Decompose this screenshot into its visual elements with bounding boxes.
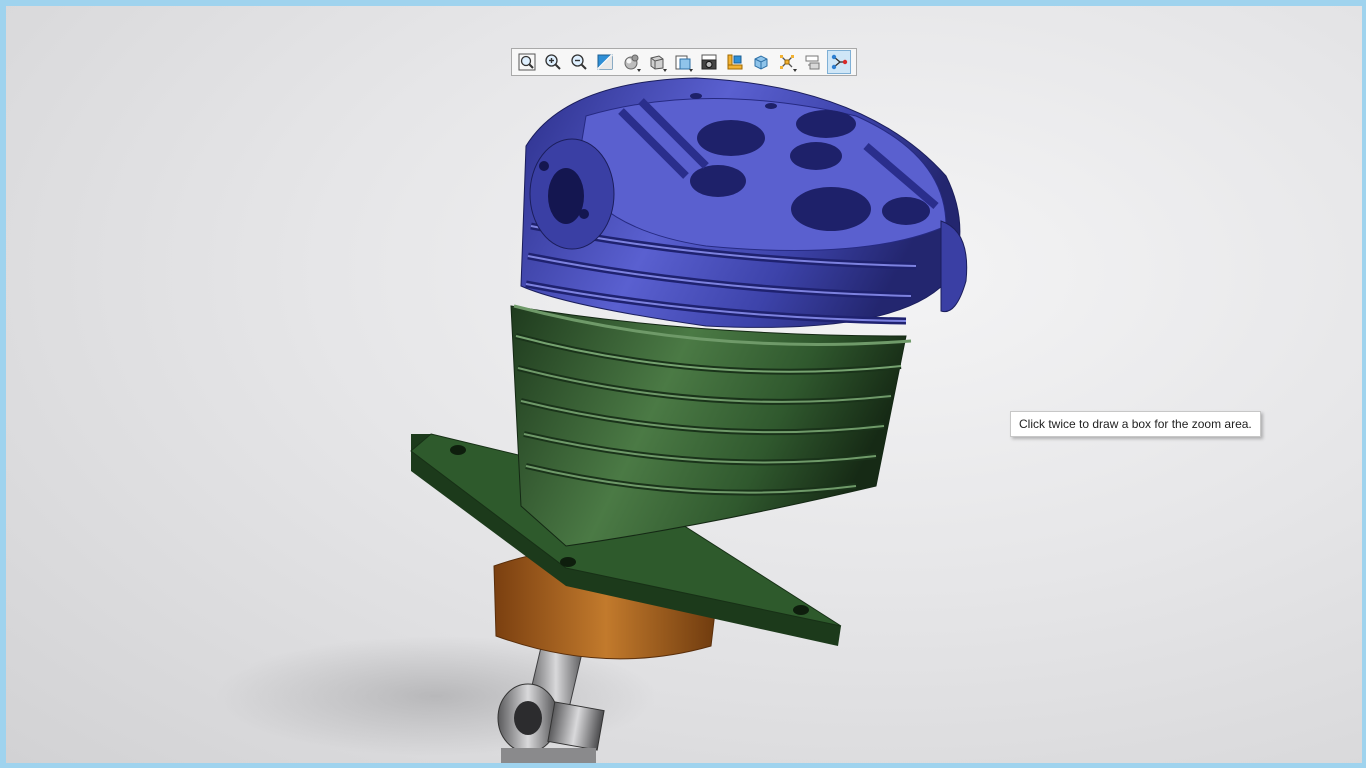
show-hide-button[interactable] xyxy=(801,50,825,74)
3d-box-icon xyxy=(754,55,768,70)
view-orientation-button[interactable] xyxy=(645,50,669,74)
explode-button[interactable] xyxy=(775,50,799,74)
zoom-area-tooltip: Click twice to draw a box for the zoom a… xyxy=(1010,411,1261,437)
cylinder-head xyxy=(520,77,968,328)
display-style-button[interactable] xyxy=(619,50,643,74)
zoom-fit-icon xyxy=(518,53,536,71)
zoom-in-button[interactable] xyxy=(541,50,565,74)
measure-icon xyxy=(727,54,743,70)
zoom-in-icon xyxy=(545,54,561,70)
3d-viewport[interactable]: Click twice to draw a box for the zoom a… xyxy=(6,6,1362,763)
cylinder-barrel xyxy=(510,304,912,547)
section-view-button[interactable] xyxy=(593,50,617,74)
engine-cylinder-model[interactable] xyxy=(6,6,1362,763)
section-view-icon xyxy=(597,54,613,70)
camera-icon xyxy=(701,54,717,70)
zoom-out-button[interactable] xyxy=(567,50,591,74)
zoom-to-fit-button[interactable] xyxy=(515,50,539,74)
view-toolbar xyxy=(511,48,857,76)
appearance-button[interactable] xyxy=(671,50,695,74)
3d-box-button[interactable] xyxy=(749,50,773,74)
path-icon xyxy=(831,54,848,70)
show-hide-icon xyxy=(805,55,820,70)
measure-button[interactable] xyxy=(723,50,747,74)
zoom-out-icon xyxy=(571,54,587,70)
screenshot-button[interactable] xyxy=(697,50,721,74)
markup-path-button[interactable] xyxy=(827,50,851,74)
